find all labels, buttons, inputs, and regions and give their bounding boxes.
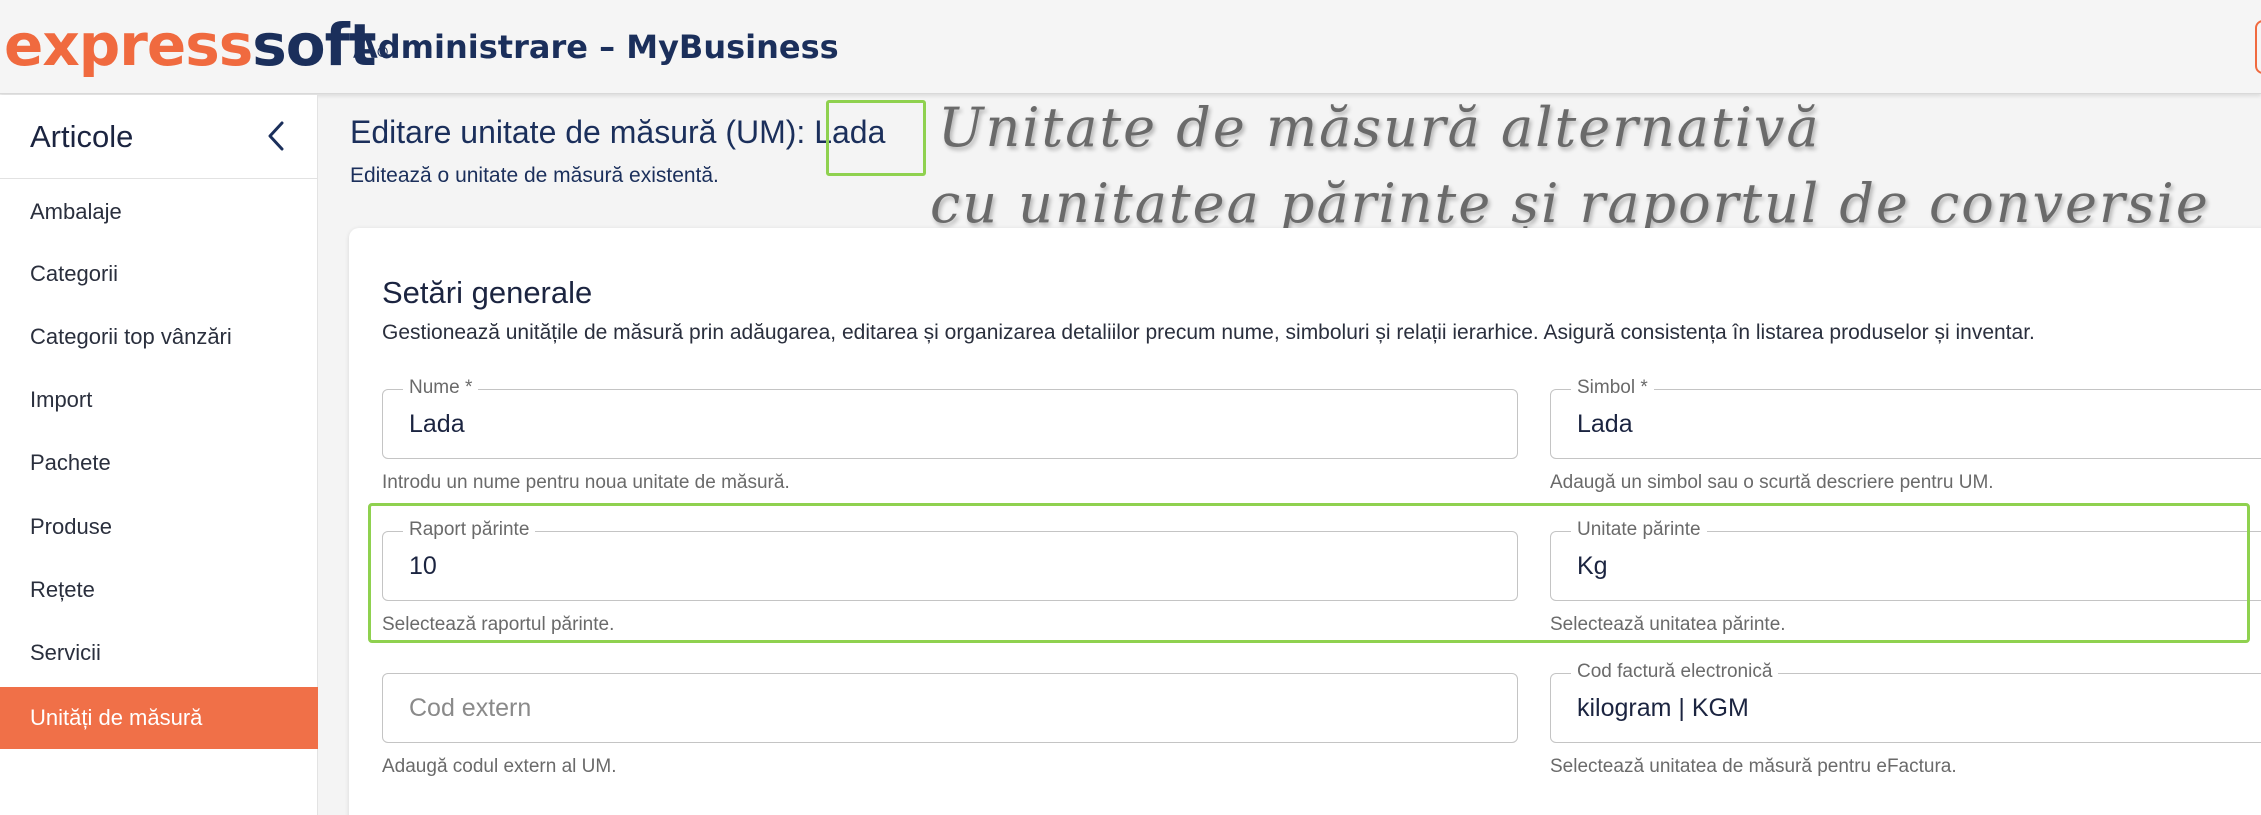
page-title-prefix: Editare unitate de măsură (UM): [350, 114, 806, 150]
page-title: Editare unitate de măsură (UM): Lada [350, 114, 885, 151]
simbol-field[interactable]: Simbol * Lada [1550, 376, 2261, 459]
simbol-helper: Adaugă un simbol sau o scurtă descriere … [1550, 472, 1994, 493]
section-title: Setări generale [382, 275, 593, 310]
cod-extern-helper: Adaugă codul extern al UM. [382, 756, 617, 777]
sidebar-item-produse[interactable]: Produse [0, 496, 318, 558]
sidebar-item-retete[interactable]: Rețete [0, 559, 318, 621]
sidebar-title: Articole [30, 119, 134, 154]
page-subtitle: Editează o unitate de măsură existentă. [350, 164, 719, 187]
highlight-box-parent-row [368, 503, 2250, 643]
sidebar-item-unitati-de-masura[interactable]: Unități de măsură [0, 687, 318, 749]
simbol-value: Lada [1577, 410, 1633, 438]
cod-factura-helper: Selectează unitatea de măsură pentru eFa… [1550, 756, 1957, 777]
cod-factura-value: kilogram | KGM [1577, 694, 1749, 722]
nume-label: Nume * [403, 376, 479, 400]
cod-factura-label: Cod factură electronică [1571, 660, 1779, 684]
cod-extern-field[interactable]: Cod extern [382, 673, 1518, 743]
sidebar-item-categorii[interactable]: Categorii [0, 243, 318, 305]
cod-factura-field[interactable]: Cod factură electronică kilogram | KGM [1550, 660, 2261, 743]
sidebar-item-ambalaje[interactable]: Ambalaje [0, 181, 318, 243]
sidebar-item-import[interactable]: Import [0, 369, 318, 431]
nume-field[interactable]: Nume * Lada [382, 376, 1518, 459]
app-header: expresssoft® Administrare – MyBusiness [0, 0, 2261, 94]
app-title: Administrare – MyBusiness [353, 28, 839, 66]
annotation-line-2: cu unitatea părinte și raportul de conve… [930, 172, 2210, 235]
nume-value: Lada [409, 410, 465, 438]
logo-express-text: express [4, 11, 253, 79]
section-description: Gestionează unitățile de măsură prin adă… [382, 321, 2035, 344]
header-action-button[interactable] [2255, 20, 2261, 74]
chevron-left-icon[interactable] [262, 119, 292, 153]
sidebar-item-pachete[interactable]: Pachete [0, 432, 318, 494]
sidebar-item-categorii-top-vanzari[interactable]: Categorii top vânzări [0, 306, 318, 368]
cod-extern-placeholder: Cod extern [409, 694, 532, 722]
expressoft-logo[interactable]: expresssoft® [4, 10, 390, 80]
nume-helper: Introdu un nume pentru noua unitate de m… [382, 472, 790, 493]
annotation-line-1: Unitate de măsură alternativă [938, 96, 1821, 159]
simbol-label: Simbol * [1571, 376, 1654, 400]
sidebar-header: Articole [0, 95, 318, 179]
highlight-box-title [826, 100, 926, 176]
sidebar: Articole Ambalaje Categorii Categorii to… [0, 95, 318, 815]
sidebar-item-servicii[interactable]: Servicii [0, 622, 318, 684]
